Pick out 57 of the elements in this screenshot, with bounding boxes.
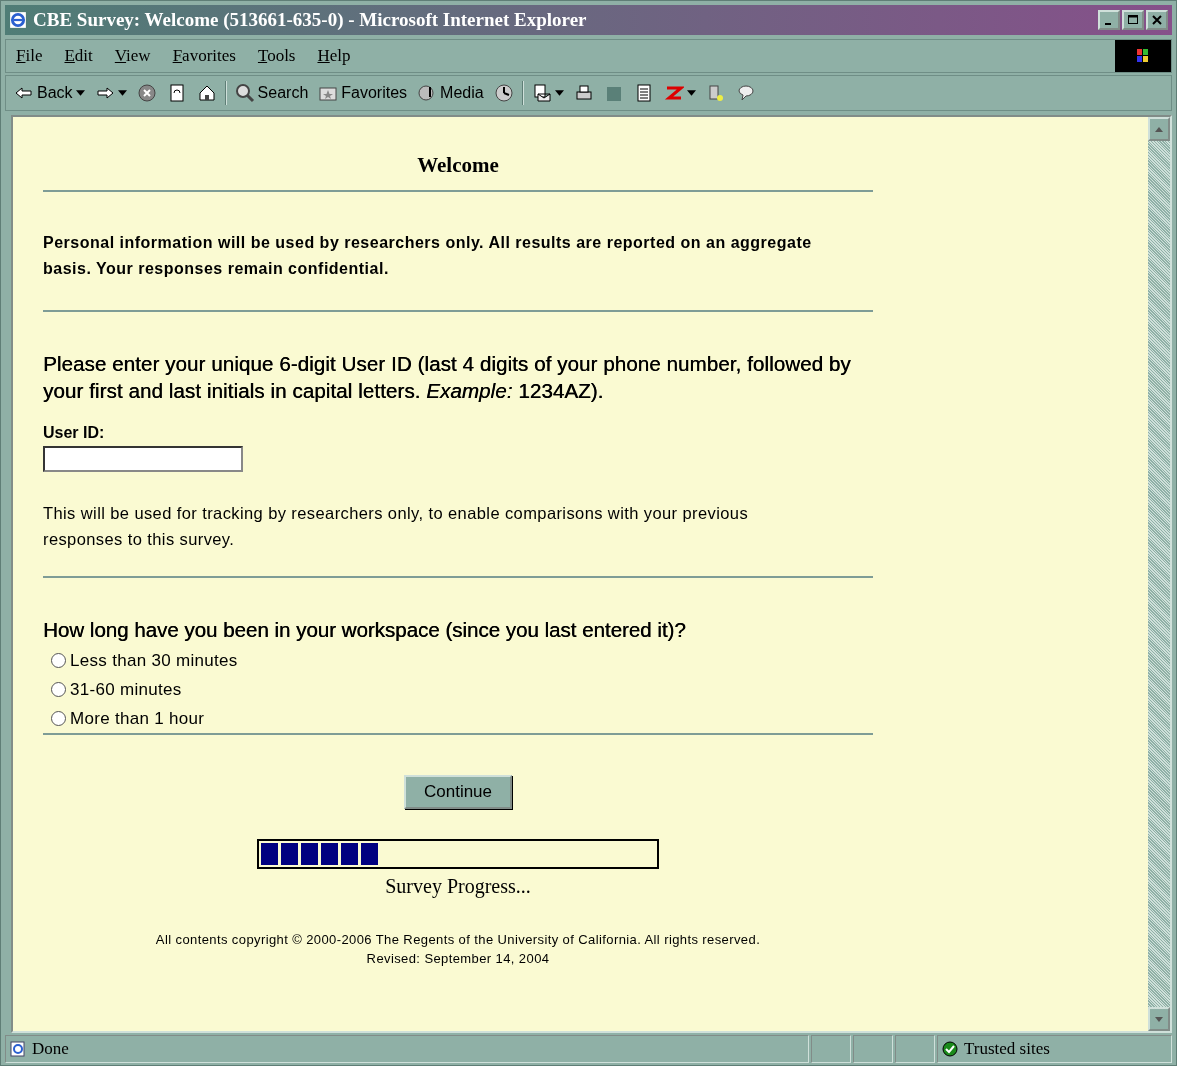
toolbar-button[interactable]: Media [415,83,486,103]
progress-label: Survey Progress... [385,875,531,898]
maximize-icon [1128,15,1138,25]
window-title: CBE Survey: Welcome (513661-635-0) - Microsoft Internet Explorer [33,9,588,31]
page-icon [10,1041,26,1057]
home-icon [196,83,217,103]
mail-icon [531,83,552,103]
minimize-icon [1104,23,1111,25]
menu-item[interactable]: Tools [257,46,296,66]
question-text: How long have you been in your workspace (since you last entered it)? [43,618,687,642]
option-label[interactable]: More than 1 hour [70,708,205,729]
status-panel [853,1035,893,1063]
radio-button[interactable] [51,682,66,697]
status-panel [811,1035,851,1063]
user-id-label: User ID: [43,424,106,442]
radio-button[interactable] [51,653,66,668]
windows-logo-icon [1115,40,1171,72]
print-icon [573,83,594,103]
user-id-prompt: Please enter your unique 6-digit User ID (last 4 digits of your phone number, followed by your first and last initials in capital letters. Example: 1234AZ). [43,351,852,404]
scroll-down-icon[interactable] [1155,1016,1163,1022]
radio-button[interactable] [51,711,66,726]
scrollbar[interactable] [1148,117,1170,1031]
menu-item[interactable]: File [16,46,43,66]
option-label[interactable]: Less than 30 minutes [70,650,238,671]
menu-item[interactable]: View [114,46,151,66]
menu-item[interactable]: Favorites [172,46,236,66]
stop-icon [136,83,157,103]
status-text: Done [32,1039,69,1059]
user-id-note: This will be used for tracking by researchers only, to enable comparisons with your previous responses to this survey. [43,503,750,550]
toolbar-button[interactable]: Search [232,83,311,103]
copyright-text: All contents copyright © 2000-2006 The Regents of the University of California. All rights reserved. [155,932,761,947]
close-button[interactable] [1146,10,1168,30]
menu-item[interactable]: Edit [64,46,93,66]
speech-bubble-icon [735,83,756,103]
browser-icon [9,11,27,29]
caret-icon[interactable] [554,90,564,96]
clock-icon [493,83,514,103]
revised-date: Revised: September 14, 2004 [366,951,550,966]
check-icon [942,1041,958,1057]
page-heading: Welcome [416,153,500,178]
maximize-button[interactable] [1122,10,1144,30]
caret-icon[interactable] [75,90,85,96]
close-icon [1152,15,1162,25]
status-panel [895,1035,935,1063]
continue-button[interactable]: Continue [403,775,513,809]
search-icon [234,83,255,103]
toolbar-button[interactable]: Back [12,83,87,103]
scroll-up-icon[interactable] [1155,126,1163,132]
caret-icon[interactable] [117,90,127,96]
menu-item[interactable]: Help [317,46,351,66]
caret-icon[interactable] [686,90,696,96]
zone-text: Trusted sites [964,1039,1050,1059]
minimize-button[interactable] [1098,10,1120,30]
user-id-field[interactable] [43,446,243,472]
toolbar-button[interactable]: Favorites [316,83,410,103]
privacy-note: Personal information will be used by researchers only. All results are reported on an aggregate basis. Your responses remain confidential. [43,233,813,279]
option-label[interactable]: 31-60 minutes [70,679,182,700]
